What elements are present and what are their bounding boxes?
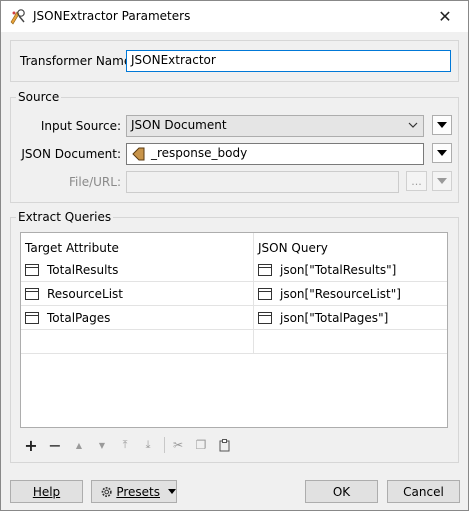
json-query-value: json["ResourceList"]	[280, 287, 401, 301]
json-query-cell[interactable]: json["TotalPages"]	[258, 306, 446, 330]
cut-icon: ✂	[172, 438, 184, 452]
move-up-button[interactable]: ▲	[69, 435, 89, 455]
move-to-bottom-button[interactable]: ⤓	[138, 435, 158, 455]
dialog-window: JSONExtractor Parameters ✕ Transformer N…	[0, 0, 469, 511]
move-down-button[interactable]: ▼	[92, 435, 112, 455]
file-url-label: File/URL:	[69, 175, 121, 189]
extract-queries-group-title: Extract Queries	[16, 210, 114, 224]
json-document-input[interactable]: _response_body	[126, 143, 424, 165]
input-source-menu-button[interactable]	[432, 115, 452, 135]
file-url-input[interactable]	[126, 171, 399, 193]
attribute-field-icon	[258, 312, 272, 324]
add-row-button[interactable]: +	[21, 435, 41, 455]
close-icon: ✕	[438, 7, 452, 26]
fme-app-icon	[10, 9, 25, 25]
ok-button-label: OK	[332, 484, 351, 499]
attribute-icon	[132, 147, 145, 161]
source-group-title: Source	[16, 90, 62, 104]
json-query-cell[interactable]: json["TotalResults"]	[258, 258, 446, 282]
move-to-bottom-icon: ⤓	[145, 438, 151, 451]
browse-button[interactable]: ...	[406, 171, 427, 191]
target-attribute-cell[interactable]: TotalPages	[25, 306, 251, 330]
copy-button[interactable]: ❐	[191, 435, 211, 455]
close-button[interactable]: ✕	[422, 1, 468, 32]
dropdown-arrow-icon	[437, 122, 447, 128]
target-attribute-value: TotalResults	[47, 263, 119, 277]
paste-icon	[219, 438, 229, 451]
target-attribute-value: ResourceList	[47, 287, 124, 301]
column-header-target-attribute: Target Attribute	[25, 241, 119, 255]
attribute-field-icon	[25, 288, 39, 300]
paste-button[interactable]	[214, 435, 234, 455]
json-document-value: _response_body	[151, 146, 248, 160]
presets-button-label: Presets	[116, 484, 160, 499]
json-query-cell[interactable]: json["ResourceList"]	[258, 282, 446, 306]
attribute-field-icon	[25, 264, 39, 276]
ok-button[interactable]: OK	[305, 480, 378, 503]
target-attribute-cell[interactable]: ResourceList	[25, 282, 251, 306]
table-row[interactable]: TotalResults json["TotalResults"]	[21, 258, 447, 282]
attribute-field-icon	[25, 312, 39, 324]
copy-icon: ❐	[195, 438, 207, 452]
transformer-name-input[interactable]: JSONExtractor	[126, 50, 451, 72]
browse-label: ...	[411, 174, 422, 188]
move-to-top-icon: ⤒	[122, 438, 128, 451]
title-bar: JSONExtractor Parameters ✕	[1, 1, 468, 32]
dropdown-arrow-icon	[437, 178, 447, 184]
json-document-menu-button[interactable]	[432, 143, 452, 163]
cancel-button-label: Cancel	[403, 484, 444, 499]
target-attribute-value: TotalPages	[47, 311, 111, 325]
dropdown-arrow-icon	[168, 489, 176, 494]
cancel-button[interactable]: Cancel	[387, 480, 460, 503]
dropdown-arrow-icon	[437, 150, 447, 156]
json-query-value: json["TotalPages"]	[280, 311, 389, 325]
empty-table-row[interactable]	[21, 330, 447, 354]
presets-button[interactable]: Presets	[91, 480, 177, 503]
table-row[interactable]: ResourceList json["ResourceList"]	[21, 282, 447, 306]
table-row[interactable]: TotalPages json["TotalPages"]	[21, 306, 447, 330]
json-document-label: JSON Document:	[21, 147, 121, 161]
move-up-icon: ▲	[75, 440, 83, 450]
add-icon: +	[24, 435, 38, 455]
column-header-json-query: JSON Query	[258, 241, 328, 255]
toolbar-separator	[164, 437, 165, 453]
window-title: JSONExtractor Parameters	[33, 9, 191, 23]
attribute-field-icon	[258, 264, 272, 276]
help-button[interactable]: Help	[10, 480, 83, 503]
remove-row-button[interactable]: −	[45, 435, 65, 455]
help-button-label: Help	[32, 484, 61, 499]
move-down-icon: ▼	[98, 440, 106, 450]
attribute-field-icon	[258, 288, 272, 300]
transformer-name-label: Transformer Name:	[20, 54, 136, 68]
file-url-menu-button[interactable]	[432, 171, 452, 191]
chevron-down-icon	[408, 122, 418, 128]
remove-icon: −	[48, 435, 62, 455]
queries-table[interactable]: Target Attribute JSON Query TotalResults…	[20, 232, 448, 428]
gear-icon	[101, 486, 112, 497]
input-source-label: Input Source:	[40, 119, 121, 133]
move-to-top-button[interactable]: ⤒	[115, 435, 135, 455]
json-query-value: json["TotalResults"]	[280, 263, 397, 277]
input-source-select[interactable]: JSON Document	[126, 115, 424, 137]
cut-button[interactable]: ✂	[168, 435, 188, 455]
target-attribute-cell[interactable]: TotalResults	[25, 258, 251, 282]
input-source-value: JSON Document	[131, 118, 227, 132]
